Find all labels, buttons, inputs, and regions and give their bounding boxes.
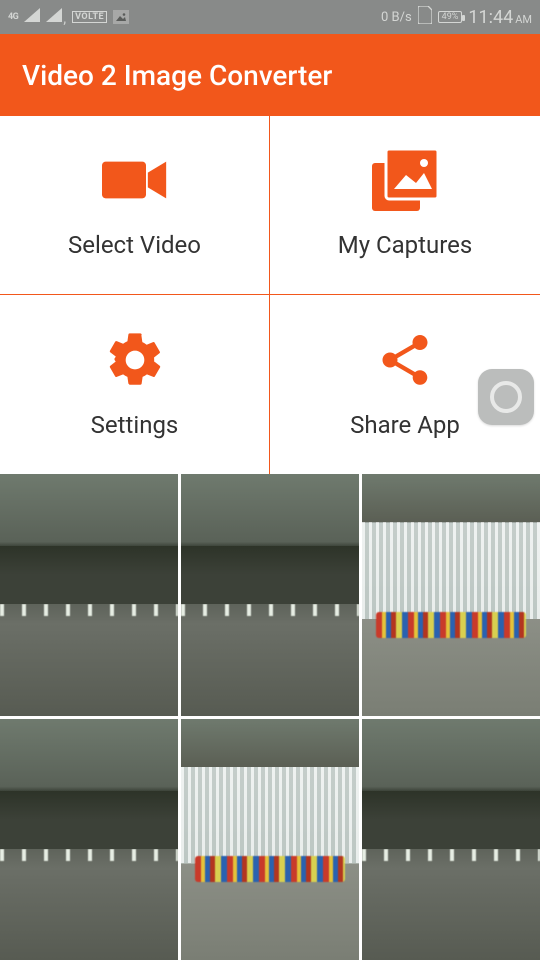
clock-ampm: AM: [515, 13, 532, 26]
main-tile-grid: Select Video My Captures Settings: [0, 116, 540, 474]
status-left: 4G , VOLTE: [8, 8, 129, 26]
video-camera-icon: [102, 151, 168, 209]
select-video-tile[interactable]: Select Video: [0, 116, 270, 295]
sim-card-icon: [418, 6, 432, 28]
gallery-thumb[interactable]: [0, 474, 178, 716]
signal-sim1-icon: [24, 8, 40, 26]
clock: 11:44AM: [468, 7, 532, 28]
app-title: Video 2 Image Converter: [22, 59, 332, 92]
my-captures-label: My Captures: [338, 231, 473, 259]
clock-time: 11:44: [468, 7, 513, 28]
status-bar: 4G , VOLTE 0 B/s 49% 11:44AM: [0, 0, 540, 34]
select-video-label: Select Video: [68, 231, 201, 259]
gallery-thumb[interactable]: [0, 719, 178, 960]
circle-icon: [490, 381, 522, 413]
signal-sim2-icon: [46, 8, 62, 26]
net-speed-label: 0 B/s: [381, 10, 412, 25]
signal-sim2-group: ,: [46, 8, 66, 26]
share-icon: [372, 331, 438, 389]
gallery-thumb[interactable]: [362, 719, 540, 960]
gallery-stack-icon: [372, 151, 438, 209]
battery-badge: 49%: [438, 11, 463, 23]
network-4g-label: 4G: [8, 13, 18, 22]
gallery-thumb[interactable]: [181, 474, 359, 716]
gallery-thumb[interactable]: [362, 474, 540, 716]
settings-label: Settings: [91, 411, 179, 439]
capture-gallery: [0, 474, 540, 960]
volte-badge: VOLTE: [72, 11, 107, 23]
picture-icon: [113, 10, 129, 24]
app-header: Video 2 Image Converter: [0, 34, 540, 116]
share-app-label: Share App: [350, 411, 460, 439]
my-captures-tile[interactable]: My Captures: [270, 116, 540, 295]
gear-icon: [102, 331, 168, 389]
status-right: 0 B/s 49% 11:44AM: [381, 6, 532, 28]
floating-action-button[interactable]: [478, 369, 534, 425]
gallery-thumb[interactable]: [181, 719, 359, 960]
settings-tile[interactable]: Settings: [0, 295, 270, 474]
